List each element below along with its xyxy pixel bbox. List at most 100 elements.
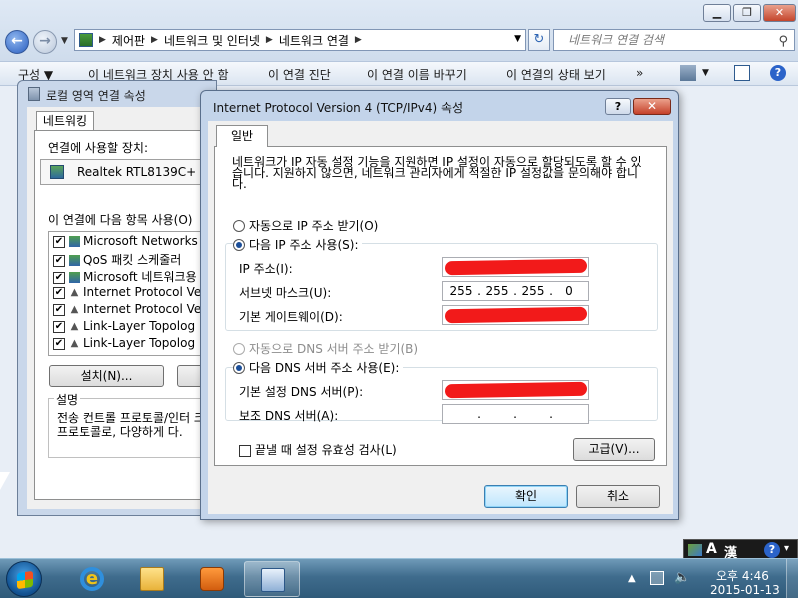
rename-button[interactable]: 이 연결 이름 바꾸기: [367, 66, 467, 83]
list-item[interactable]: ✔ ▲ Internet Protocol Ve: [53, 285, 201, 302]
address-dropdown-icon[interactable]: ▼: [514, 34, 521, 44]
description-group: 설명 전송 컨트롤 프로토콜/인터 크 프로토콜로, 다양하게 다.: [48, 391, 218, 458]
list-item[interactable]: ✔ QoS 패킷 스케줄러: [53, 251, 181, 268]
help-icon[interactable]: ?: [764, 542, 780, 558]
preferred-dns-field[interactable]: [442, 380, 589, 400]
subnet-octet: 255: [449, 284, 473, 298]
alternate-dns-label: 보조 DNS 서버(A):: [239, 409, 339, 423]
subnet-mask-field[interactable]: 255 . 255 . 255 . 0: [442, 281, 589, 301]
windows-logo-icon: [17, 570, 33, 590]
help-button[interactable]: ?: [605, 98, 631, 115]
checkbox-checked-icon[interactable]: ✔: [53, 337, 65, 350]
start-button[interactable]: [6, 561, 42, 597]
chevron-right-icon[interactable]: ▶: [266, 35, 273, 45]
chevron-right-icon[interactable]: ▶: [355, 35, 362, 45]
checkbox-checked-icon[interactable]: ✔: [53, 271, 65, 284]
breadcrumb-network-internet[interactable]: 네트워크 및 인터넷: [164, 32, 260, 49]
taskbar-explorer[interactable]: [124, 561, 180, 597]
auto-ip-radio[interactable]: 자동으로 IP 주소 받기(O): [233, 217, 378, 234]
langbar-options-icon[interactable]: ▾: [784, 543, 789, 554]
description-text: 전송 컨트롤 프로토콜/인터 크 프로토콜로, 다양하게 다.: [57, 411, 205, 439]
taskbar-network-connections[interactable]: [244, 561, 300, 597]
advanced-button[interactable]: 고급(V)...: [573, 438, 655, 461]
manual-dns-radio[interactable]: 다음 DNS 서버 주소 사용(E):: [233, 359, 404, 376]
recent-pages-dropdown-icon[interactable]: ▼: [61, 36, 68, 46]
preview-pane-icon[interactable]: [734, 65, 750, 81]
item-label: Link-Layer Topolog: [83, 336, 196, 350]
taskbar-ie[interactable]: e: [64, 561, 120, 597]
intro-text: 네트워크가 IP 자동 설정 기능을 지원하면 IP 설정이 자동으로 할당되도…: [232, 155, 642, 191]
redaction-scribble: [444, 381, 588, 399]
list-item[interactable]: ✔ Microsoft 네트워크용: [53, 268, 197, 285]
address-bar[interactable]: ▶ 제어판 ▶ 네트워크 및 인터넷 ▶ 네트워크 연결 ▶ ▼: [74, 29, 526, 51]
volume-icon[interactable]: 🔈: [674, 570, 690, 585]
clock-time[interactable]: 오후 4:46: [716, 567, 769, 584]
connection-items-list[interactable]: ✔ Microsoft Networks ✔ QoS 패킷 스케줄러 ✔ Micros…: [48, 231, 218, 356]
cancel-button[interactable]: 취소: [576, 485, 660, 508]
close-button[interactable]: ✕: [763, 4, 796, 22]
network-service-icon: [69, 272, 80, 283]
radio-on-icon: [233, 239, 245, 251]
gateway-field[interactable]: [442, 305, 589, 325]
refresh-icon[interactable]: ↻: [528, 29, 550, 51]
subnet-octet: 0: [565, 284, 573, 298]
alternate-dns-field[interactable]: . . .: [442, 404, 589, 424]
chevron-right-icon[interactable]: ▶: [99, 35, 106, 45]
network-status-icon[interactable]: [650, 571, 664, 585]
tab-networking[interactable]: 네트워킹: [36, 111, 94, 131]
subnet-mask-label: 서브넷 마스크(U):: [239, 286, 332, 300]
subnet-octet: 255: [485, 284, 509, 298]
forward-button[interactable]: →: [33, 30, 57, 54]
auto-dns-radio[interactable]: 자동으로 DNS 서버 주소 받기(B): [233, 340, 418, 357]
taskbar-media-player[interactable]: [184, 561, 240, 597]
validate-checkbox[interactable]: 끝낼 때 설정 유효성 검사(L): [239, 441, 397, 458]
ok-button[interactable]: 확인: [484, 485, 568, 508]
list-item[interactable]: ✔ Microsoft Networks: [53, 234, 198, 251]
search-placeholder: 네트워크 연결 검색: [568, 33, 664, 47]
clock-date[interactable]: 2015-01-13: [710, 583, 780, 597]
list-item[interactable]: ✔ ▲ Internet Protocol Ve: [53, 302, 201, 319]
back-button[interactable]: ←: [5, 30, 29, 54]
manual-ip-radio[interactable]: 다음 IP 주소 사용(S):: [233, 236, 363, 253]
item-label: Microsoft 네트워크용: [83, 270, 197, 284]
network-connections-icon: [261, 568, 285, 592]
search-icon[interactable]: ⚲: [778, 32, 788, 52]
more-commands-button[interactable]: »: [636, 66, 643, 80]
list-item[interactable]: ✔ ▲ Link-Layer Topolog: [53, 336, 195, 353]
list-item[interactable]: ✔ ▲ Link-Layer Topolog: [53, 319, 195, 336]
view-dropdown-icon[interactable]: ▼: [702, 68, 709, 78]
octet-separator: .: [549, 284, 553, 298]
connect-using-label: 연결에 사용할 장치:: [48, 141, 148, 155]
network-client-icon: [69, 236, 80, 247]
view-options-icon[interactable]: [680, 65, 696, 81]
subnet-octet: 255: [521, 284, 545, 298]
mouse-cursor-icon: [0, 472, 10, 490]
language-bar: A 漢 ? ▾: [683, 539, 798, 561]
minimize-button[interactable]: ▁: [703, 4, 731, 22]
view-status-button[interactable]: 이 연결의 상태 보기: [506, 66, 606, 83]
radio-on-icon: [233, 362, 245, 374]
help-icon[interactable]: ?: [770, 65, 786, 81]
validate-label: 끝낼 때 설정 유효성 검사(L): [255, 443, 397, 457]
checkbox-checked-icon[interactable]: ✔: [53, 286, 65, 299]
show-desktop-button[interactable]: [786, 559, 798, 598]
adapter-name: Realtek RTL8139C+ F: [77, 165, 207, 179]
breadcrumb-control-panel[interactable]: 제어판: [112, 32, 145, 49]
checkbox-checked-icon[interactable]: ✔: [53, 254, 65, 267]
checkbox-checked-icon[interactable]: ✔: [53, 235, 65, 248]
ime-icon[interactable]: [688, 544, 702, 556]
diagnose-button[interactable]: 이 연결 진단: [268, 66, 331, 83]
checkbox-checked-icon[interactable]: ✔: [53, 320, 65, 333]
close-button[interactable]: ✕: [633, 98, 671, 115]
show-hidden-icons[interactable]: ▲: [628, 573, 636, 584]
restore-button[interactable]: ❐: [733, 4, 761, 22]
radio-off-icon: [233, 343, 245, 355]
checkbox-checked-icon[interactable]: ✔: [53, 303, 65, 316]
install-button[interactable]: 설치(N)...: [49, 365, 164, 387]
chevron-right-icon[interactable]: ▶: [151, 35, 158, 45]
tab-general[interactable]: 일반: [216, 125, 268, 147]
breadcrumb-network-connections[interactable]: 네트워크 연결: [279, 32, 349, 49]
search-input[interactable]: 네트워크 연결 검색 ⚲: [553, 29, 795, 51]
ip-address-field[interactable]: [442, 257, 589, 277]
input-mode-latin[interactable]: A: [706, 541, 717, 557]
